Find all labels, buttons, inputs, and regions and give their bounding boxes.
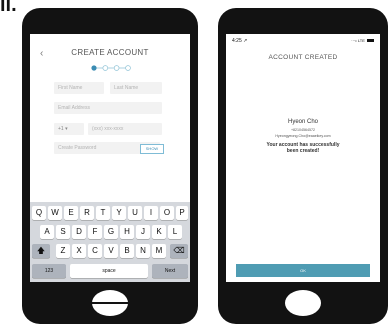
country-code-select[interactable]: +1 ▾	[54, 123, 84, 135]
user-name: Hyeon Cho	[287, 119, 319, 125]
success-message-line-2: been created!	[286, 148, 320, 154]
success-message: Your account has successfully been creat…	[226, 142, 380, 154]
home-button-line	[92, 302, 128, 304]
battery-icon	[367, 39, 374, 43]
key-v[interactable]: V	[104, 244, 118, 258]
show-password-button[interactable]: SHOW	[140, 144, 164, 154]
figure-label: ii.	[0, 0, 17, 16]
status-time: 4:25 ↗	[232, 38, 248, 44]
key-x[interactable]: X	[72, 244, 86, 258]
create-account-screen: ‹ CREATE ACCOUNT First Name Last Name Em…	[30, 34, 190, 282]
key-y[interactable]: Y	[112, 206, 126, 220]
key-w[interactable]: W	[48, 206, 62, 220]
page-title: CREATE ACCOUNT	[71, 48, 149, 57]
status-indicators: ···• LTE	[351, 38, 374, 43]
page-title: ACCOUNT CREATED	[268, 54, 338, 61]
key-h[interactable]: H	[120, 225, 134, 239]
key-u[interactable]: U	[128, 206, 142, 220]
phone-frame-create-account: ‹ CREATE ACCOUNT First Name Last Name Em…	[22, 8, 198, 324]
signal-icon: ···•	[351, 38, 357, 43]
step-1-indicator	[91, 65, 97, 71]
step-3-indicator	[113, 65, 120, 71]
progress-steps	[91, 65, 131, 71]
key-s[interactable]: S	[56, 225, 70, 239]
key-o[interactable]: O	[160, 206, 174, 220]
key-q[interactable]: Q	[32, 206, 46, 220]
key-c[interactable]: C	[88, 244, 102, 258]
first-name-input[interactable]: First Name	[54, 82, 104, 94]
next-key[interactable]: Next	[152, 264, 188, 278]
key-f[interactable]: F	[88, 225, 102, 239]
numbers-key[interactable]: 123	[32, 264, 66, 278]
user-email: Hyeongyeong.Cho@eaaeikey.com	[275, 134, 331, 138]
shift-icon[interactable]: 🡅	[32, 244, 50, 258]
phone-input[interactable]: (xxx) xxx-xxxx	[88, 123, 162, 135]
key-i[interactable]: I	[144, 206, 158, 220]
account-created-screen: 4:25 ↗ ···• LTE ACCOUNT CREATED Hyeon Ch…	[226, 34, 380, 282]
key-t[interactable]: T	[96, 206, 110, 220]
email-input[interactable]: Email Address	[54, 102, 162, 114]
key-z[interactable]: Z	[56, 244, 70, 258]
home-button[interactable]	[92, 290, 128, 316]
user-phone: +82104564572	[290, 128, 316, 132]
key-r[interactable]: R	[80, 206, 94, 220]
network-label: LTE	[357, 38, 365, 43]
backspace-icon[interactable]: ⌫	[170, 244, 188, 258]
key-a[interactable]: A	[40, 225, 54, 239]
step-4-indicator	[125, 65, 131, 71]
key-k[interactable]: K	[152, 225, 166, 239]
key-d[interactable]: D	[72, 225, 86, 239]
key-e[interactable]: E	[64, 206, 78, 220]
key-m[interactable]: M	[152, 244, 166, 258]
phone-frame-account-created: 4:25 ↗ ···• LTE ACCOUNT CREATED Hyeon Ch…	[218, 8, 388, 324]
key-p[interactable]: P	[176, 206, 188, 220]
home-button[interactable]	[285, 290, 321, 316]
key-l[interactable]: L	[168, 225, 182, 239]
on-screen-keyboard: Q W E R T Y U I O P A S D F G H J K L 🡅 …	[30, 202, 190, 282]
key-g[interactable]: G	[104, 225, 118, 239]
ok-button[interactable]: OK	[236, 264, 370, 277]
step-2-indicator	[102, 65, 109, 71]
space-key[interactable]: space	[70, 264, 148, 278]
key-n[interactable]: N	[136, 244, 150, 258]
last-name-input[interactable]: Last Name	[110, 82, 162, 94]
key-b[interactable]: B	[120, 244, 134, 258]
key-j[interactable]: J	[136, 225, 150, 239]
